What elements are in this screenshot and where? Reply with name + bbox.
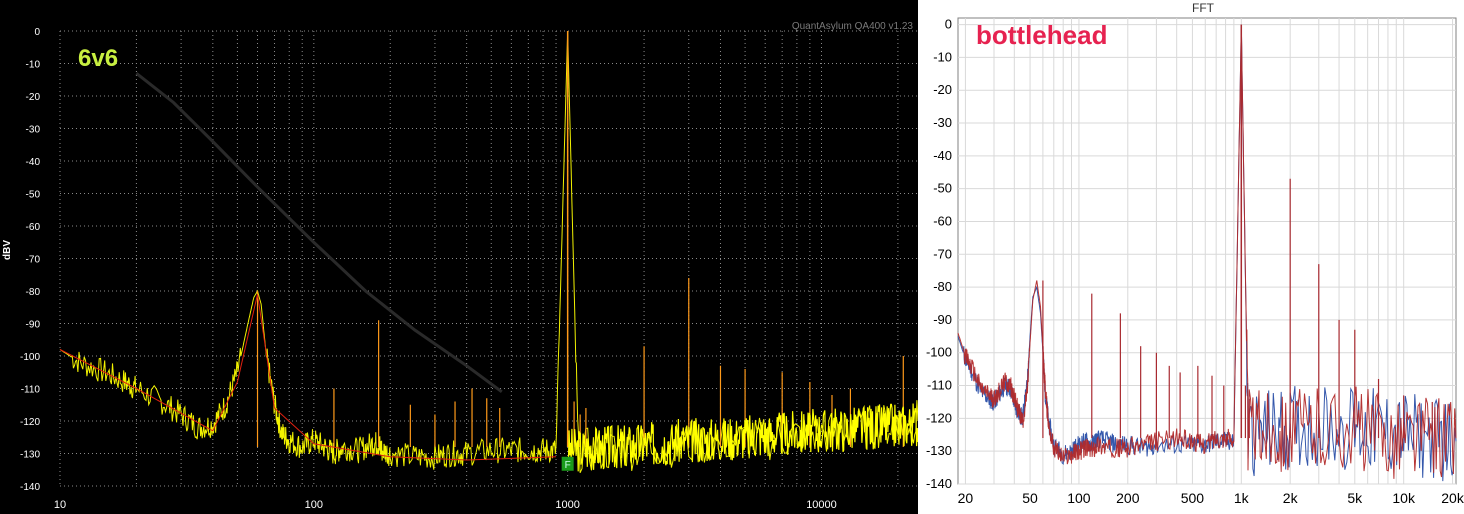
y-tick-label: -20 <box>26 92 41 103</box>
x-tick-label: 20 <box>958 490 974 506</box>
y-tick-label: -30 <box>26 125 41 136</box>
y-tick-label: -100 <box>926 345 952 360</box>
x-tick-label: 1k <box>1234 490 1250 506</box>
chart-panel-bottlehead: 0 -10 -20 -30 -40 -50 -60 -70 -80 -90 -100 -110 -120… <box>918 0 1464 514</box>
chart-panel-6v6: 0 -10 -20 -30 -40 -50 -60 -70 -80 -90 -100 -110 -120… <box>0 0 918 514</box>
y-tick-label: -90 <box>26 320 41 331</box>
fft-chart-bottlehead: 0 -10 -20 -30 -40 -50 -60 -70 -80 -90 -100 -110 -120… <box>926 1 1464 506</box>
y-tick-label: -10 <box>933 49 952 64</box>
series-line <box>957 24 1457 482</box>
x-tick-label: 100 <box>1067 490 1091 506</box>
x-tick-label: 2k <box>1283 490 1299 506</box>
x-tick-label: 200 <box>1116 490 1140 506</box>
y-tick-label: -50 <box>26 190 41 201</box>
fft-chart-6v6: 0 -10 -20 -30 -40 -50 -60 -70 -80 -90 -100 -110 -120… <box>2 21 918 511</box>
y-tick-label: -70 <box>26 255 41 266</box>
x-tick-label: 5k <box>1347 490 1363 506</box>
ghost-trace <box>135 72 503 394</box>
watermark: QuantAsylum QA400 v1.23 <box>792 21 914 32</box>
y-tick-label: -110 <box>21 385 41 396</box>
y-tick-label: -140 <box>20 482 40 493</box>
y-tick-label: 0 <box>945 17 952 32</box>
y-tick-label: -140 <box>926 476 952 491</box>
y-tick-label: -40 <box>933 148 952 163</box>
y-tick-label: -90 <box>933 312 952 327</box>
x-tick-label: 10 <box>54 499 66 511</box>
y-tick-label: -100 <box>20 352 40 363</box>
y-tick-label: -130 <box>926 443 952 458</box>
chart-title: 6v6 <box>78 45 118 72</box>
y-tick-label: -60 <box>933 213 952 228</box>
y-tick-label: 0 <box>34 27 40 38</box>
y-tick-label: -120 <box>926 410 952 425</box>
y-tick-label: -130 <box>20 450 40 461</box>
y-tick-label: -70 <box>933 246 952 261</box>
y-tick-label: -10 <box>26 60 41 71</box>
y-tick-label: -50 <box>933 181 952 196</box>
y-tick-label: -60 <box>26 222 41 233</box>
x-tick-label: 500 <box>1181 490 1205 506</box>
chart-header: FFT <box>1192 1 1215 15</box>
series-line <box>59 30 918 474</box>
x-tick-label: 100 <box>305 499 323 511</box>
y-tick-label: -120 <box>20 417 40 428</box>
y-tick-label: -110 <box>927 378 952 393</box>
y-tick-label: -40 <box>26 157 41 168</box>
chart-title: bottlehead <box>976 20 1107 50</box>
y-tick-label: -80 <box>26 287 41 298</box>
y-tick-label: -30 <box>933 115 952 130</box>
x-tick-label: 50 <box>1022 490 1038 506</box>
x-tick-label: 10k <box>1392 490 1416 506</box>
y-axis-label: dBV <box>2 240 13 260</box>
x-tick-label: 1000 <box>555 499 579 511</box>
x-tick-label: 10000 <box>806 499 837 511</box>
fundamental-marker-label: F <box>565 460 571 471</box>
y-tick-label: -80 <box>933 279 952 294</box>
y-tick-label: -20 <box>933 82 952 97</box>
x-tick-label: 20k <box>1441 490 1464 506</box>
